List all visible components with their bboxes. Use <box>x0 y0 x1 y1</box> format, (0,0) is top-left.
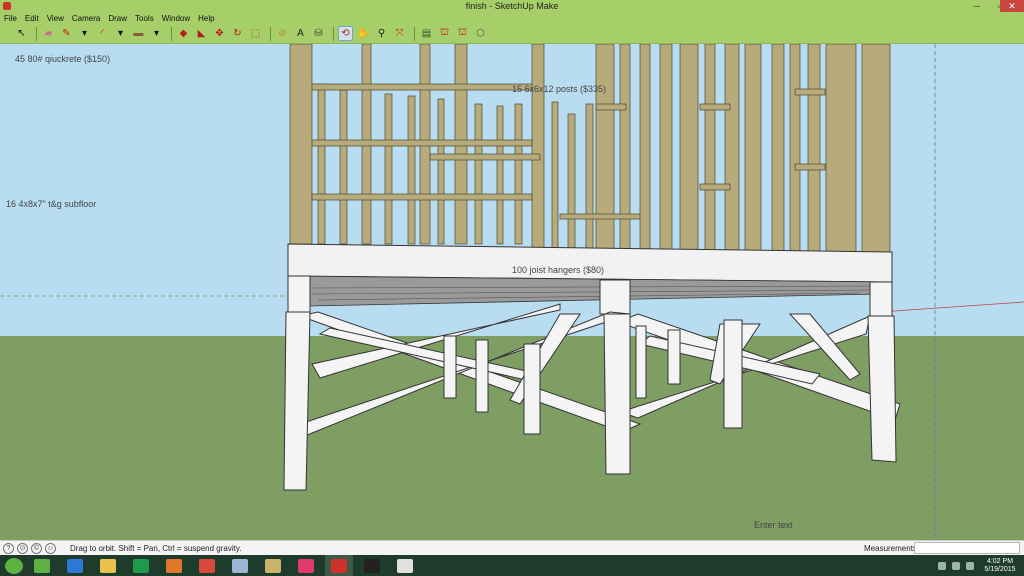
camera-icon <box>397 558 413 573</box>
status-bar: ? ⊙ © ☺ Drag to orbit. Shift = Pan, Ctrl… <box>0 540 1024 555</box>
pencil-line-icon[interactable]: ✎ <box>59 26 74 41</box>
toolbar-separator <box>414 26 415 41</box>
extension-warehouse-icon[interactable]: ⬡ <box>473 26 488 41</box>
toolbar-separator <box>171 26 172 41</box>
menu-camera[interactable]: Camera <box>72 14 100 23</box>
itunes-taskbar-button[interactable] <box>292 555 320 576</box>
notification-icon[interactable] <box>938 561 946 570</box>
window-title: finish - SketchUp Make <box>465 1 559 11</box>
minimize-button[interactable]: ─ <box>966 0 988 12</box>
annotation-posts[interactable]: 15 6x6x12 posts ($335) <box>512 84 606 94</box>
network-icon[interactable] <box>952 561 960 570</box>
clock-time: 4:02 PM <box>986 557 1014 565</box>
text-icon[interactable]: A <box>293 26 308 41</box>
arc-icon[interactable]: ◜ <box>95 26 110 41</box>
chrome-icon <box>199 558 215 573</box>
game-icon <box>265 558 281 573</box>
model-viewport[interactable]: 45 80# qiuckrete ($150) 15 6x6x12 posts … <box>0 44 1024 540</box>
scale-icon[interactable]: ⬚ <box>248 26 263 41</box>
follow-me-icon[interactable]: ◣ <box>194 26 209 41</box>
wall-framing <box>289 44 891 253</box>
orbit-icon[interactable]: ⟲ <box>338 26 353 41</box>
warehouse-icon[interactable]: ▤ <box>419 26 434 41</box>
zoom-icon[interactable]: ⚲ <box>374 26 389 41</box>
game-taskbar-button[interactable] <box>259 555 287 576</box>
notepad-icon <box>232 558 248 573</box>
dropdown-arrow-icon[interactable]: ▾ <box>113 26 128 41</box>
red-axis <box>879 301 1024 313</box>
user-icon[interactable]: ☺ <box>45 542 56 554</box>
itunes-icon <box>298 558 314 573</box>
share-model-icon[interactable]: ⛫ <box>437 26 452 41</box>
dropdown-arrow-icon[interactable]: ▾ <box>149 26 164 41</box>
start-button[interactable] <box>0 555 28 576</box>
sketchup-app-icon <box>3 2 11 10</box>
sketchup-taskbar-button[interactable] <box>325 555 353 576</box>
sketchup-icon <box>331 558 347 573</box>
cross-bracing <box>288 303 901 443</box>
file-explorer-taskbar-button[interactable] <box>94 555 122 576</box>
toolbar-separator <box>333 26 334 41</box>
toolbar-separator <box>270 26 271 41</box>
getting-started-toolbar: ↖ ▰ ✎ ▾ ◜ ▾ ▬ ▾ ◆ ◣ ✥ ↻ ⬚ ⊘ A ⛁ ⟲ ✋ ⚲ ⤧ ▤ ⛫ ⛫ ⬡ <box>0 24 1024 44</box>
menu-bar: File Edit View Camera Draw Tools Window … <box>0 12 1024 24</box>
angry-birds-taskbar-button[interactable] <box>28 555 56 576</box>
terminal-taskbar-button[interactable] <box>358 555 386 576</box>
clock-date: 5/19/2015 <box>984 565 1016 573</box>
menu-file[interactable]: File <box>4 14 17 23</box>
store-taskbar-button[interactable] <box>127 555 155 576</box>
annotation-joist-hangers[interactable]: 100 joist hangers ($80) <box>512 265 604 275</box>
menu-edit[interactable]: Edit <box>25 14 39 23</box>
info-icon[interactable]: ? <box>3 542 14 554</box>
title-bar: finish - SketchUp Make ─ ▫ ✕ <box>0 0 1024 12</box>
tape-measure-icon[interactable]: ⊘ <box>275 26 290 41</box>
close-button[interactable]: ✕ <box>1000 0 1024 12</box>
chrome-taskbar-button[interactable] <box>193 555 221 576</box>
eraser-icon[interactable]: ▰ <box>41 26 56 41</box>
volume-icon[interactable] <box>966 561 974 570</box>
menu-draw[interactable]: Draw <box>108 14 127 23</box>
notepad-taskbar-button[interactable] <box>226 555 254 576</box>
move-icon[interactable]: ✥ <box>212 26 227 41</box>
camera-taskbar-button[interactable] <box>391 555 419 576</box>
store-icon <box>133 558 149 573</box>
menu-window[interactable]: Window <box>162 14 190 23</box>
annotation-quickrete[interactable]: 45 80# qiuckrete ($150) <box>15 54 110 64</box>
select-arrow-icon[interactable]: ↖ <box>14 26 29 41</box>
pan-hand-icon[interactable]: ✋ <box>356 26 371 41</box>
rotate-icon[interactable]: ↻ <box>230 26 245 41</box>
menu-view[interactable]: View <box>47 14 64 23</box>
rectangle-icon[interactable]: ▬ <box>131 26 146 41</box>
deck-frame-model <box>0 44 1024 540</box>
dropdown-arrow-icon[interactable]: ▾ <box>77 26 92 41</box>
geolocation-icon[interactable]: ⊙ <box>17 542 28 554</box>
start-orb-icon <box>5 557 23 574</box>
annotation-subfloor[interactable]: 16 4x8x7" t&g subfloor <box>6 199 96 209</box>
status-hint: Drag to orbit. Shift = Pan, Ctrl = suspe… <box>70 543 242 553</box>
media-player-icon <box>166 558 182 573</box>
windows-taskbar: 4:02 PM 5/19/2015 <box>0 555 1024 576</box>
share-component-icon[interactable]: ⛫ <box>455 26 470 41</box>
zoom-extents-icon[interactable]: ⤧ <box>392 26 407 41</box>
terminal-icon <box>364 558 380 573</box>
media-player-taskbar-button[interactable] <box>160 555 188 576</box>
floor-rim-joist <box>287 243 893 283</box>
menu-help[interactable]: Help <box>198 14 214 23</box>
clock[interactable]: 4:02 PM 5/19/2015 <box>980 558 1020 574</box>
push-pull-icon[interactable]: ◆ <box>176 26 191 41</box>
system-tray: 4:02 PM 5/19/2015 <box>938 555 1020 576</box>
paint-bucket-icon[interactable]: ⛁ <box>311 26 326 41</box>
internet-explorer-taskbar-button[interactable] <box>61 555 89 576</box>
measurements-label: Measurements <box>864 544 917 553</box>
credits-icon[interactable]: © <box>31 542 42 554</box>
file-explorer-icon <box>100 558 116 573</box>
annotation-enter-text[interactable]: Enter text <box>754 520 793 530</box>
measurements-input[interactable] <box>914 542 1020 554</box>
internet-explorer-icon <box>67 558 83 573</box>
toolbar-separator <box>36 26 37 41</box>
menu-tools[interactable]: Tools <box>135 14 154 23</box>
angry-birds-icon <box>34 558 50 573</box>
